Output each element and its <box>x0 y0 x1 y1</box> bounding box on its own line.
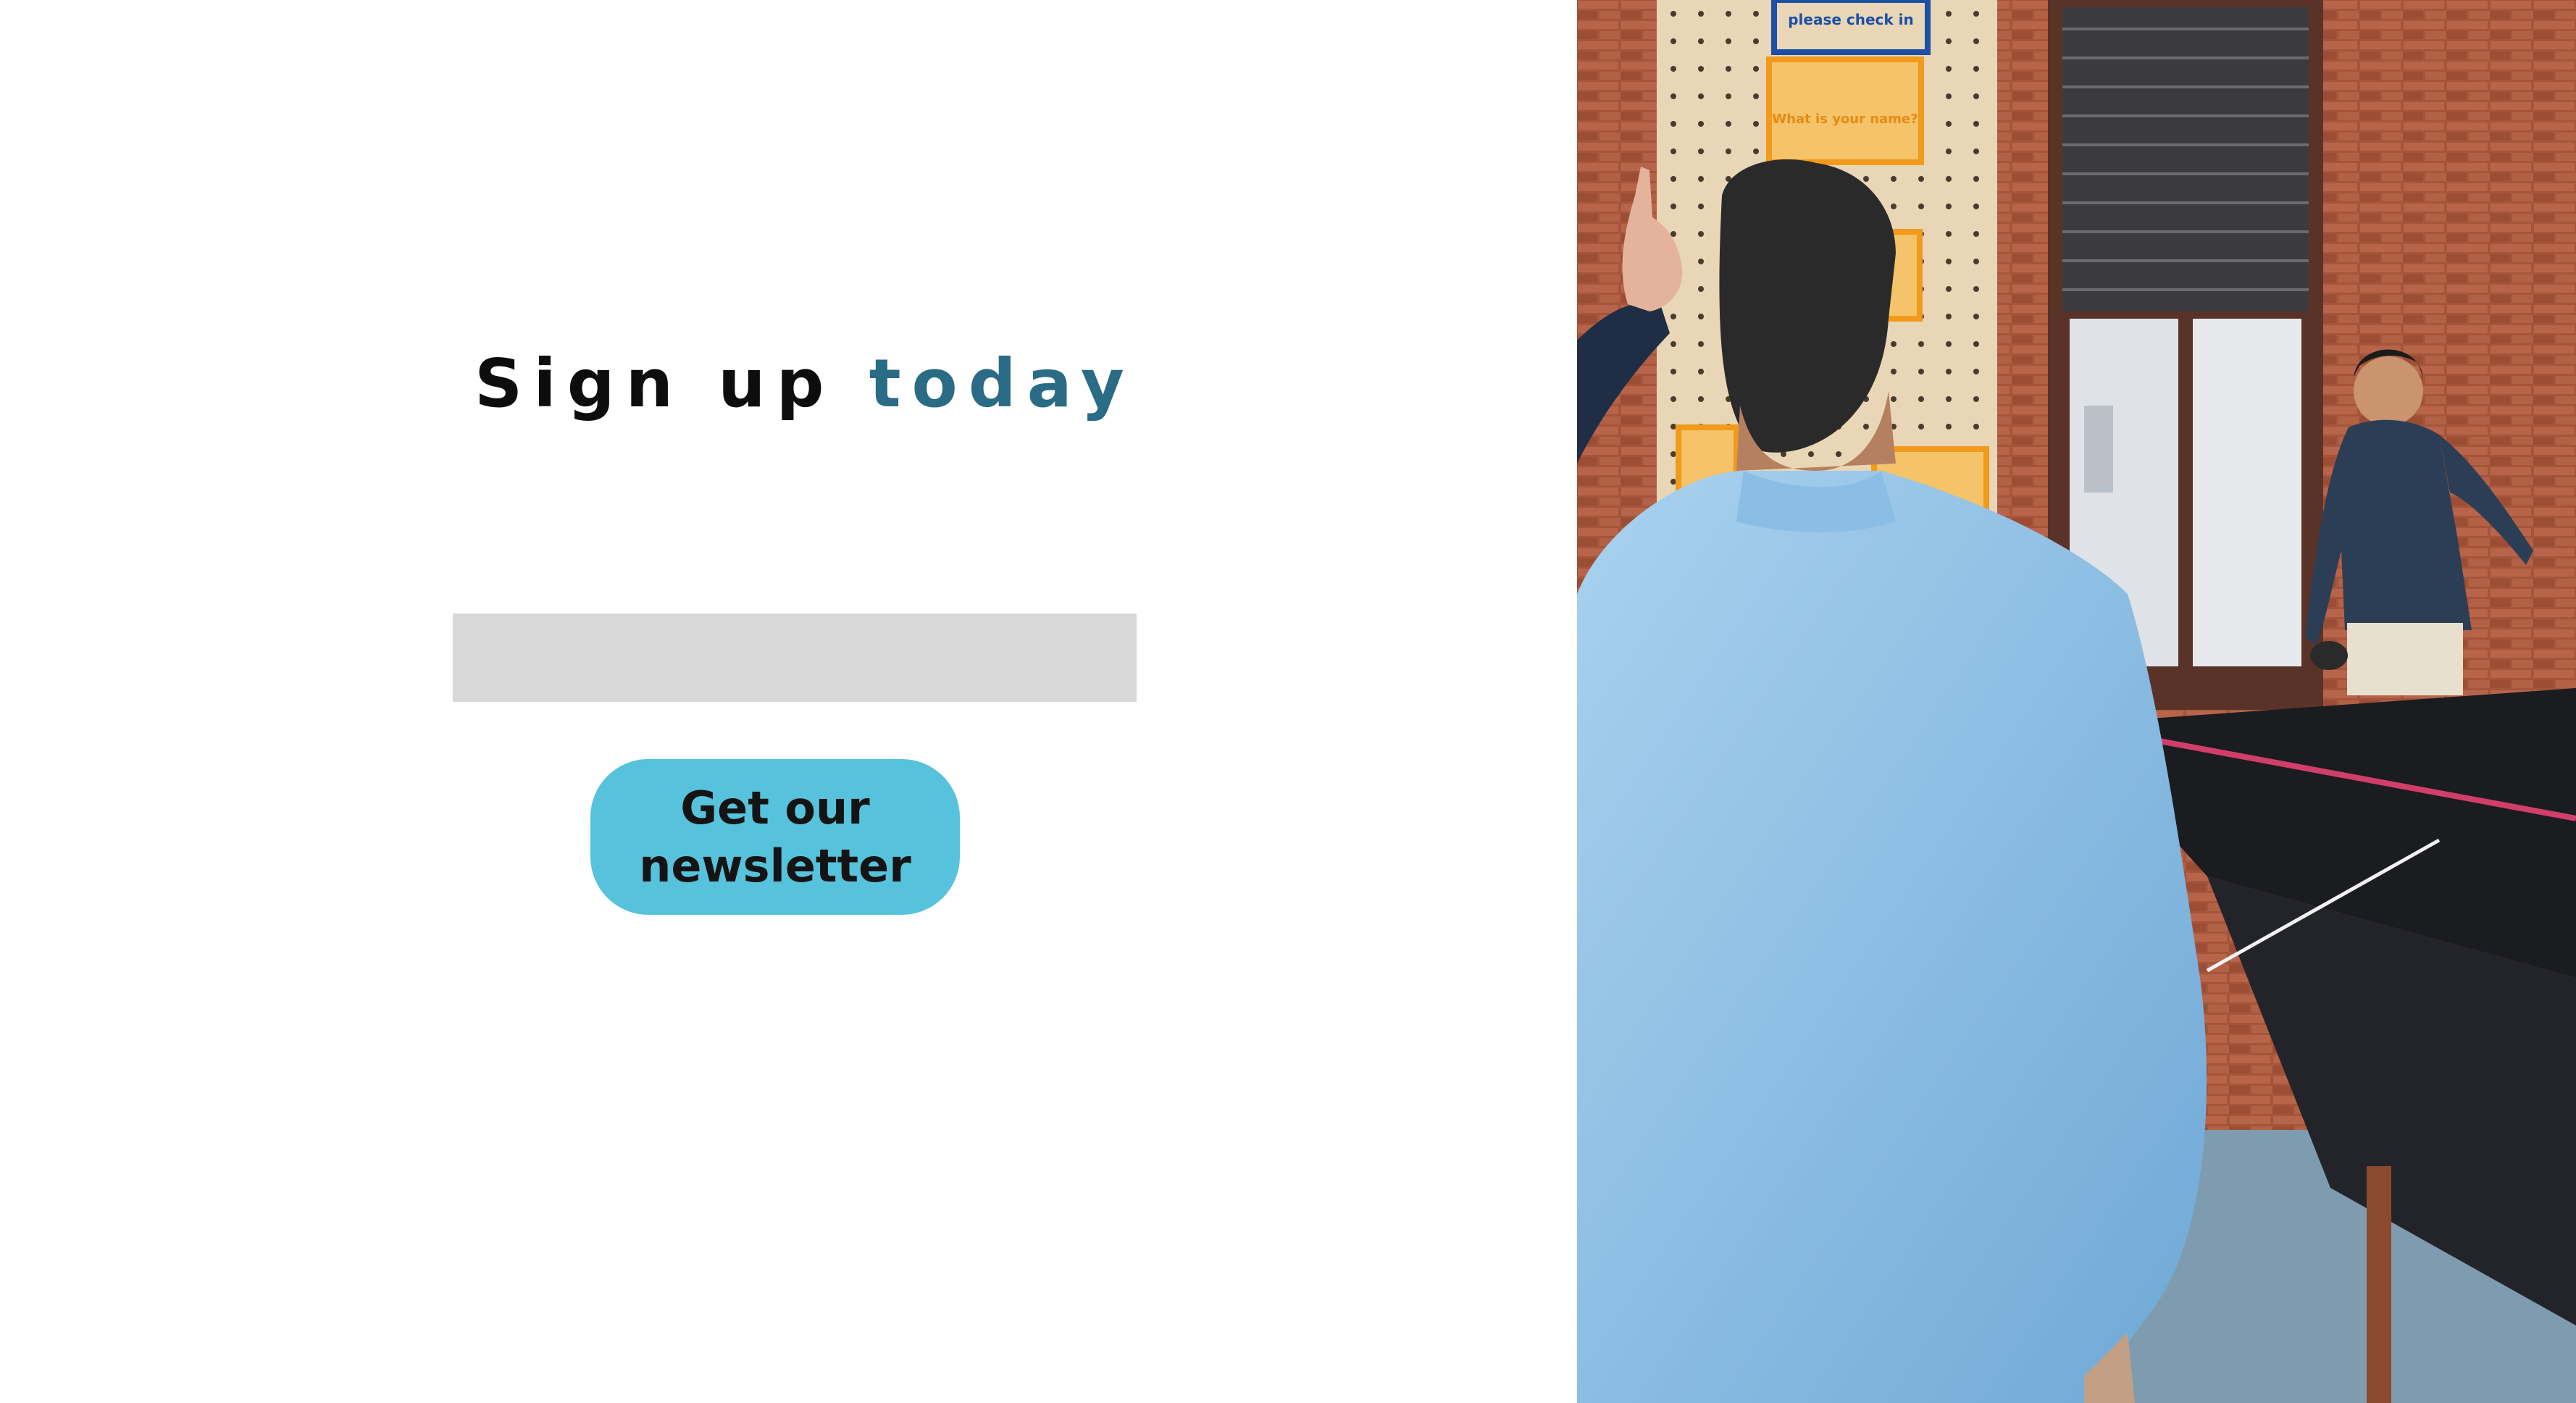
get-newsletter-button[interactable]: Get our newsletter <box>590 759 960 915</box>
svg-text:please check in: please check in <box>1788 11 1914 28</box>
title-word-today: today <box>869 345 1135 422</box>
page-title: Sign up today <box>474 340 1126 427</box>
title-word-sign-up: Sign up <box>474 345 835 422</box>
hero-image: please check in What is your name? <box>1577 0 2576 1403</box>
svg-text:What is your name?: What is your name? <box>1772 112 1918 127</box>
email-field[interactable] <box>453 613 1137 702</box>
signup-panel: Sign up today Get our newsletter <box>0 0 1577 1403</box>
